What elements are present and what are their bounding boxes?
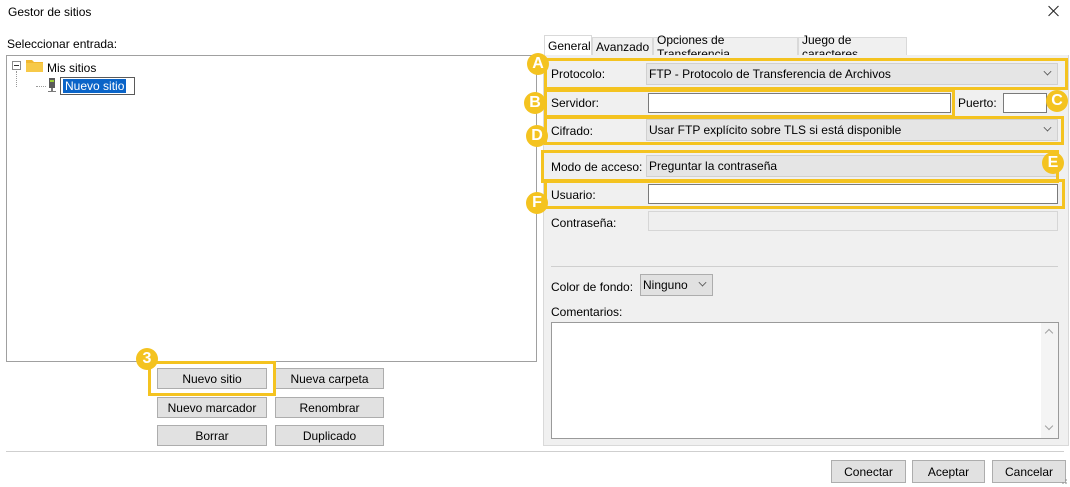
tree-line — [16, 71, 17, 87]
password-label: Contraseña: — [551, 216, 617, 230]
tree-item-new-site-edit[interactable]: Nuevo sitio — [60, 77, 135, 95]
callout-f: F — [526, 192, 548, 214]
new-site-edit-text: Nuevo sitio — [63, 79, 127, 93]
callout-a: A — [527, 53, 549, 75]
new-folder-button[interactable]: Nueva carpeta — [275, 368, 384, 389]
password-input — [648, 211, 1058, 231]
server-icon — [48, 78, 56, 92]
bgcolor-select[interactable]: Ninguno — [640, 274, 713, 296]
tree-line — [36, 86, 46, 87]
callout-b: B — [524, 92, 546, 114]
new-bookmark-button[interactable]: Nuevo marcador — [157, 397, 267, 418]
comments-textarea[interactable] — [551, 322, 1059, 439]
highlight-new-site — [148, 361, 276, 396]
close-icon[interactable] — [1046, 3, 1062, 19]
tree-item-my-sites[interactable]: Mis sitios — [47, 61, 96, 75]
comments-label: Comentarios: — [551, 305, 623, 319]
callout-3: 3 — [136, 348, 158, 370]
tab-charset[interactable]: Juego de caracteres — [798, 33, 907, 61]
highlight-encryption — [544, 116, 1064, 145]
window-title: Gestor de sitios — [8, 5, 92, 19]
tab-transfer-options[interactable]: Opciones de Transferencia — [653, 33, 798, 61]
rename-button[interactable]: Renombrar — [275, 397, 384, 418]
highlight-protocol — [544, 58, 1068, 90]
collapse-icon[interactable] — [12, 61, 21, 70]
callout-d: D — [526, 125, 548, 147]
select-entry-label: Seleccionar entrada: — [7, 37, 118, 51]
duplicate-button[interactable]: Duplicado — [275, 425, 384, 446]
section-divider — [551, 266, 1058, 267]
tab-advanced[interactable]: Avanzado — [592, 37, 653, 56]
folder-icon — [26, 60, 43, 72]
port-input[interactable] — [1003, 93, 1047, 113]
highlight-user — [544, 179, 1065, 209]
connect-button[interactable]: Conectar — [831, 460, 906, 483]
chevron-down-icon — [698, 278, 707, 287]
callout-e: E — [1042, 152, 1064, 174]
cancel-button[interactable]: Cancelar — [992, 460, 1066, 483]
bgcolor-value: Ninguno — [643, 278, 688, 292]
tab-general[interactable]: General — [544, 35, 592, 56]
footer-divider — [6, 451, 1064, 452]
callout-c: C — [1046, 90, 1068, 112]
scrollbar[interactable] — [1041, 323, 1058, 438]
bgcolor-label: Color de fondo: — [551, 280, 634, 294]
site-tree[interactable] — [6, 55, 537, 362]
scroll-up-icon[interactable] — [1044, 328, 1054, 338]
accept-button[interactable]: Aceptar — [912, 460, 985, 483]
port-label: Puerto: — [958, 96, 997, 110]
highlight-server — [544, 89, 955, 118]
delete-button[interactable]: Borrar — [157, 425, 267, 446]
resize-grip-icon[interactable] — [1058, 475, 1068, 485]
scroll-down-icon[interactable] — [1044, 421, 1054, 431]
